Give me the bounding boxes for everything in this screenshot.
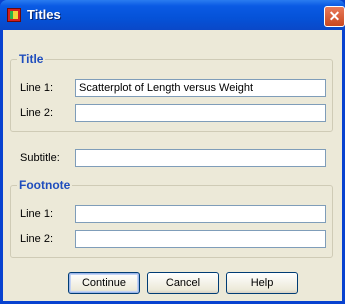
footnote-line1-input[interactable] — [75, 205, 326, 223]
footnote-line2-label: Line 2: — [20, 233, 54, 245]
title-group: Title Line 1: Line 2: — [10, 52, 333, 132]
footnote-line1-label: Line 1: — [20, 208, 54, 220]
app-icon — [7, 8, 21, 22]
title-bar[interactable]: Titles ✕ — [0, 0, 345, 30]
footnote-group-legend: Footnote — [17, 178, 73, 192]
window-title: Titles — [27, 7, 61, 22]
titles-dialog: Titles ✕ Title Line 1: Line 2: Subtitle:… — [0, 0, 345, 304]
subtitle-label: Subtitle: — [20, 152, 60, 164]
continue-button[interactable]: Continue — [68, 272, 140, 294]
subtitle-input[interactable] — [75, 149, 326, 167]
title-line1-input[interactable] — [75, 79, 326, 97]
dialog-body: Title Line 1: Line 2: Subtitle: Footnote… — [3, 30, 342, 301]
title-group-legend: Title — [17, 52, 46, 66]
footnote-group: Footnote Line 1: Line 2: — [10, 178, 333, 258]
cancel-button[interactable]: Cancel — [147, 272, 219, 294]
title-line2-input[interactable] — [75, 104, 326, 122]
close-button[interactable]: ✕ — [324, 6, 345, 27]
title-line1-label: Line 1: — [20, 82, 54, 94]
footnote-line2-input[interactable] — [75, 230, 326, 248]
help-button[interactable]: Help — [226, 272, 298, 294]
title-line2-label: Line 2: — [20, 107, 54, 119]
